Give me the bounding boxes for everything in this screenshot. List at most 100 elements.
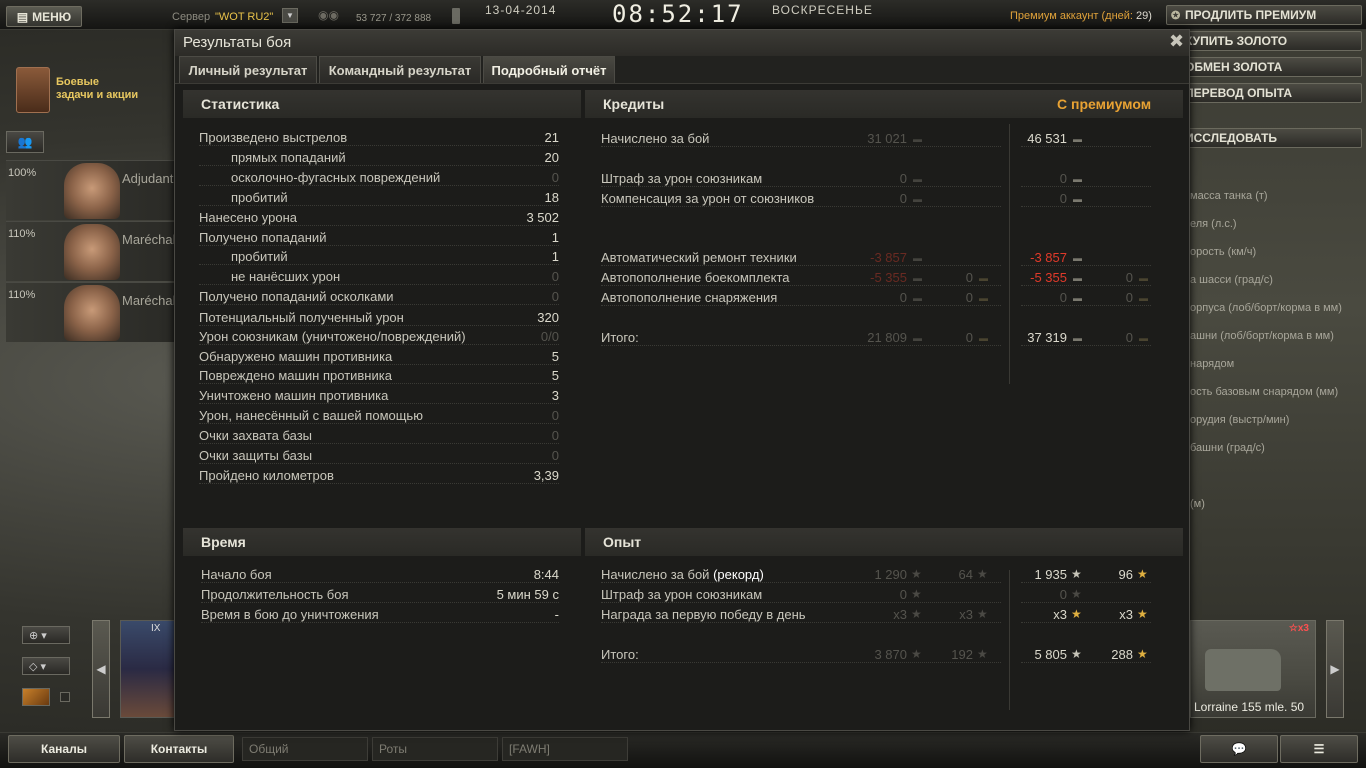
missions-label-line-1: Боевые [56,76,100,88]
missions-icon[interactable] [16,67,50,113]
row-separator [201,582,559,583]
research-button[interactable]: ИССЛЕДОВАТЬ [1166,128,1362,148]
missions-label[interactable]: Боевые задачи и акции [56,76,138,102]
stat-label: Урон союзникам (уничтожено/повреждений) [199,329,466,344]
convert-xp-button[interactable]: ПЕРЕВОД ОПЫТА [1166,83,1362,103]
row-separator [199,284,559,285]
row-separator [1021,602,1151,603]
crew-rank: Adjudant [122,171,174,186]
nation-filter-dropdown[interactable]: ⊕ ▾ [22,626,70,644]
credit-label: Компенсация за урон от союзников [601,191,815,206]
stat-value: 21 [544,130,559,145]
stat-value: 0 [551,269,559,284]
row-separator [601,622,1001,623]
credit-icon: ▬ [913,253,922,263]
vehicle-type-filter-dropdown[interactable]: ◇ ▾ [22,657,70,675]
channel-tab-clan[interactable]: [FAWH] [502,737,628,761]
crew-icon: 👥 [17,135,33,149]
crew-member-card[interactable]: 110% Maréchal [6,221,175,281]
gold-icon: ▬ [1139,333,1148,343]
free-xp-base-value: 192 [951,647,973,662]
server-label: Сервер [172,11,211,23]
exchange-gold-button[interactable]: ОБМЕН ЗОЛОТА [1166,57,1362,77]
close-icon[interactable]: ✖ [1169,31,1184,52]
row-separator [1021,582,1151,583]
carousel-left-arrow[interactable]: ◀ [92,620,110,718]
tab-personal-result[interactable]: Личный результат [179,56,317,83]
row-separator [1021,662,1151,663]
star-icon: ★ [1071,647,1082,661]
premium-column-header: С премиумом [1057,96,1152,112]
stat-value: 0 [551,408,559,423]
stat-label: Очки захвата базы [199,428,313,443]
tank-prop-penetration: ость базовым снарядом (мм) [1190,386,1339,398]
free-xp-base-value: 64 [958,567,973,582]
gold-icon: ▬ [1139,273,1148,283]
filter-checkbox[interactable] [60,692,70,702]
row-separator [601,582,1001,583]
tab-detailed-report[interactable]: Подробный отчёт [483,56,615,83]
stat-value: 320 [537,310,559,325]
vehicle-type-icon: ◇ ▾ [29,660,47,673]
server-name[interactable]: "WOT RU2" [215,11,273,23]
stat-value: 0 [551,170,559,185]
tank-silhouette-icon [1205,649,1281,691]
row-separator [601,602,1001,603]
camouflage-filter-icon[interactable] [22,688,50,706]
contacts-button[interactable]: Контакты [124,735,234,763]
stat-label: пробитий [231,190,288,205]
stat-value: 1 [551,230,559,245]
carousel-tank-slot[interactable]: IX [120,620,176,718]
row-separator [199,403,559,404]
tab-team-result[interactable]: Командный результат [319,56,481,83]
row-separator [1021,285,1151,286]
credit-label: Автоматический ремонт техники [601,250,797,265]
credit-icon: ▬ [913,293,922,303]
row-separator [199,225,559,226]
row-separator [1021,265,1151,266]
notifications-button[interactable]: 💬 [1200,735,1278,763]
tank-prop-shell-damage: нарядом [1190,358,1235,370]
channels-button[interactable]: Каналы [8,735,120,763]
menu-button[interactable]: ▤ МЕНЮ [6,6,82,27]
time-label: Продолжительность боя [201,587,349,602]
star-icon: ★ [1071,587,1082,601]
stat-value: 5 [551,368,559,383]
row-separator [1021,206,1151,207]
carousel-right-arrow[interactable]: ▶ [1326,620,1344,718]
buy-gold-button[interactable]: КУПИТЬ ЗОЛОТО [1166,31,1362,51]
row-separator [199,185,559,186]
stat-value: 1 [551,249,559,264]
free-xp-star-icon: ★ [977,607,988,621]
carousel-tank-slot-selected[interactable]: ☆x3 Lorraine 155 mle. 50 [1190,620,1316,718]
tank-prop-rate-of-fire: орудия (выстр/мин) [1190,414,1290,426]
credit-base-value: 21 809 [867,330,907,345]
stat-value: 3 502 [526,210,559,225]
tank-name: Lorraine 155 mle. 50 [1194,700,1305,714]
stat-label: Нанесено урона [199,210,298,225]
missions-label-line-2: задачи и акции [56,89,139,101]
extend-premium-button[interactable]: ✪ ПРОДЛИТЬ ПРЕМИУМ [1166,5,1362,25]
clock-date: 13-04-2014 [485,3,557,17]
credit-base-value: 31 021 [867,131,907,146]
crew-member-card[interactable]: 110% Maréchal [6,282,175,342]
credit-base-value: 0 [899,191,907,206]
gold-base-value: 0 [965,290,973,305]
credit-icon: ▬ [913,134,922,144]
server-dropdown-button[interactable]: ▼ [282,8,298,23]
service-channel-button[interactable]: ☰ [1280,735,1358,763]
premium-star-icon: ✪ [1171,9,1181,22]
channel-tab-companies[interactable]: Роты [372,737,498,761]
experience-label-text: Штраф за урон союзникам [601,587,763,602]
credit-label: Начислено за бой [601,131,710,146]
crew-toggle-button[interactable]: 👥 [6,131,44,153]
channel-tab-general[interactable]: Общий [242,737,368,761]
row-separator [199,483,559,484]
credit-icon: ▬ [913,333,922,343]
credit-icon: ▬ [1073,174,1082,184]
stat-label: Обнаружено машин противника [199,349,393,364]
crew-portrait [64,224,120,280]
stat-label: не нанёсших урон [231,269,341,284]
credit-premium-value: 0 [1059,191,1067,206]
crew-member-card[interactable]: 100% Adjudant [6,160,174,220]
